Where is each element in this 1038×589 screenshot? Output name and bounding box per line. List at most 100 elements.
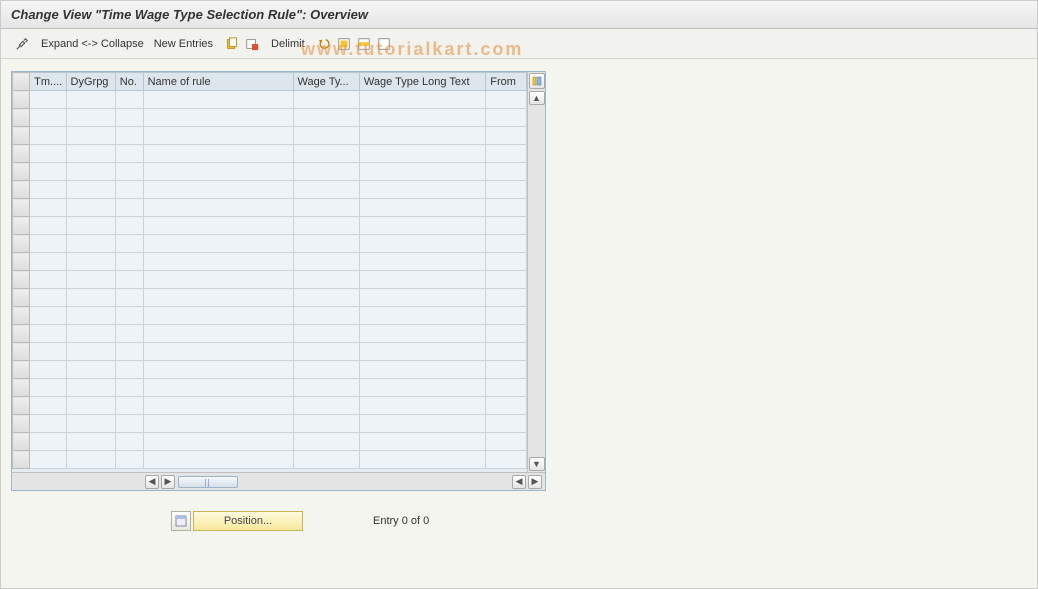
cell[interactable] [143, 415, 293, 433]
col-header-tm[interactable]: Tm.... [30, 73, 66, 91]
cell[interactable] [293, 253, 359, 271]
table-row[interactable] [13, 235, 527, 253]
cell[interactable] [143, 181, 293, 199]
cell[interactable] [30, 325, 66, 343]
cell[interactable] [30, 253, 66, 271]
row-selector[interactable] [13, 451, 30, 469]
table-row[interactable] [13, 217, 527, 235]
cell[interactable] [30, 415, 66, 433]
row-selector[interactable] [13, 235, 30, 253]
cell[interactable] [486, 145, 527, 163]
cell[interactable] [115, 91, 143, 109]
cell[interactable] [30, 163, 66, 181]
position-button[interactable]: Position... [193, 511, 303, 531]
cell[interactable] [293, 397, 359, 415]
table-row[interactable] [13, 325, 527, 343]
cell[interactable] [143, 433, 293, 451]
data-grid-scroll[interactable]: Tm.... DyGrpg No. Name of rule Wage Ty..… [12, 72, 527, 472]
cell[interactable] [66, 307, 115, 325]
cell[interactable] [359, 271, 485, 289]
table-row[interactable] [13, 379, 527, 397]
cell[interactable] [66, 199, 115, 217]
cell[interactable] [115, 271, 143, 289]
expand-collapse-button[interactable]: Expand <-> Collapse [41, 33, 144, 55]
cell[interactable] [359, 163, 485, 181]
cell[interactable] [143, 451, 293, 469]
cell[interactable] [30, 343, 66, 361]
cell[interactable] [293, 307, 359, 325]
cell[interactable] [30, 181, 66, 199]
row-selector[interactable] [13, 325, 30, 343]
cell[interactable] [293, 325, 359, 343]
select-all-header[interactable] [13, 73, 30, 91]
select-all-icon[interactable] [335, 35, 353, 53]
table-settings-icon[interactable] [529, 73, 545, 89]
cell[interactable] [293, 163, 359, 181]
cell[interactable] [143, 145, 293, 163]
table-row[interactable] [13, 415, 527, 433]
col-header-wagety[interactable]: Wage Ty... [293, 73, 359, 91]
row-selector[interactable] [13, 343, 30, 361]
row-selector[interactable] [13, 415, 30, 433]
cell[interactable] [486, 163, 527, 181]
cell[interactable] [293, 217, 359, 235]
table-row[interactable] [13, 127, 527, 145]
table-row[interactable] [13, 109, 527, 127]
scroll-down-icon[interactable]: ▼ [529, 457, 545, 471]
scroll-right-step-icon[interactable]: ▶ [161, 475, 175, 489]
cell[interactable] [293, 271, 359, 289]
cell[interactable] [30, 199, 66, 217]
row-selector[interactable] [13, 379, 30, 397]
col-header-dygrpg[interactable]: DyGrpg [66, 73, 115, 91]
cell[interactable] [359, 253, 485, 271]
col-header-name[interactable]: Name of rule [143, 73, 293, 91]
cell[interactable] [293, 343, 359, 361]
cell[interactable] [143, 361, 293, 379]
cell[interactable] [115, 361, 143, 379]
row-selector[interactable] [13, 163, 30, 181]
table-row[interactable] [13, 91, 527, 109]
cell[interactable] [293, 415, 359, 433]
cell[interactable] [66, 325, 115, 343]
cell[interactable] [359, 127, 485, 145]
table-row[interactable] [13, 343, 527, 361]
row-selector[interactable] [13, 109, 30, 127]
cell[interactable] [359, 397, 485, 415]
cell[interactable] [486, 307, 527, 325]
cell[interactable] [486, 325, 527, 343]
cell[interactable] [115, 289, 143, 307]
cell[interactable] [293, 289, 359, 307]
table-row[interactable] [13, 361, 527, 379]
cell[interactable] [66, 163, 115, 181]
row-selector[interactable] [13, 199, 30, 217]
cell[interactable] [30, 307, 66, 325]
col-header-from[interactable]: From [486, 73, 527, 91]
cell[interactable] [143, 253, 293, 271]
cell[interactable] [66, 271, 115, 289]
cell[interactable] [66, 451, 115, 469]
cell[interactable] [115, 325, 143, 343]
cell[interactable] [143, 307, 293, 325]
row-selector[interactable] [13, 361, 30, 379]
table-row[interactable] [13, 433, 527, 451]
cell[interactable] [66, 127, 115, 145]
table-row[interactable] [13, 397, 527, 415]
cell[interactable] [30, 91, 66, 109]
cell[interactable] [486, 289, 527, 307]
scroll-right-icon[interactable]: ▶ [528, 475, 542, 489]
cell[interactable] [359, 199, 485, 217]
cell[interactable] [115, 451, 143, 469]
cell[interactable] [66, 253, 115, 271]
cell[interactable] [115, 253, 143, 271]
row-selector[interactable] [13, 307, 30, 325]
row-selector[interactable] [13, 217, 30, 235]
cell[interactable] [486, 451, 527, 469]
cell[interactable] [115, 145, 143, 163]
cell[interactable] [115, 307, 143, 325]
cell[interactable] [293, 433, 359, 451]
cell[interactable] [115, 415, 143, 433]
cell[interactable] [359, 433, 485, 451]
row-selector[interactable] [13, 397, 30, 415]
cell[interactable] [66, 415, 115, 433]
cell[interactable] [30, 235, 66, 253]
